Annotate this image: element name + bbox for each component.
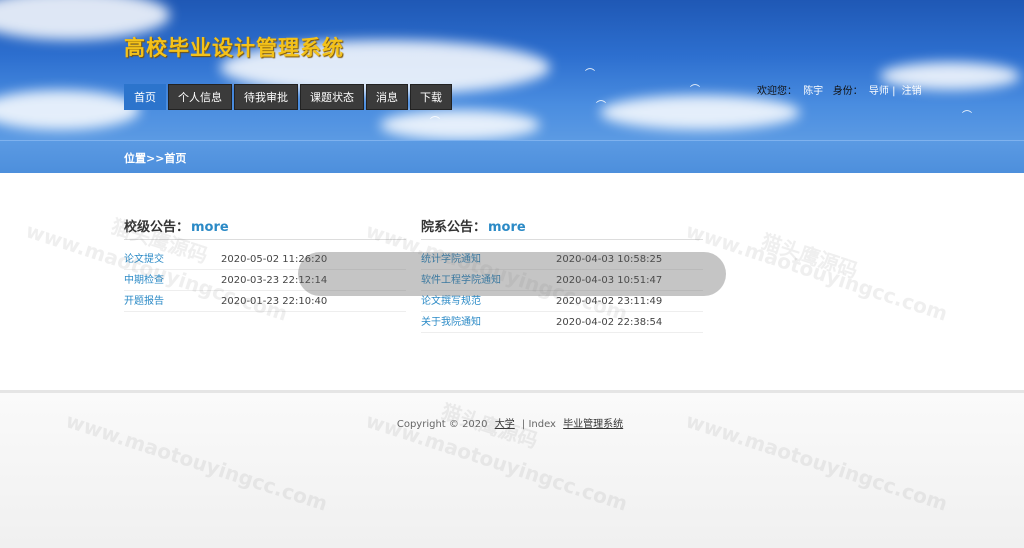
bird-icon: ⌒ (596, 101, 606, 112)
cloud (380, 110, 540, 140)
dept-notices-header: 院系公告： more (421, 216, 703, 240)
nav-pending-approval[interactable]: 待我审批 (234, 84, 298, 110)
copyright-text: Copyright © 2020 (396, 419, 488, 430)
separator: | (892, 86, 896, 97)
list-item: 关于我院通知 2020-04-02 22:38:54 (421, 312, 703, 333)
school-notices-title: 校级公告： (124, 220, 190, 235)
notice-title-link[interactable]: 论文提交 (124, 249, 164, 270)
school-notices-more-link[interactable]: more (191, 220, 229, 235)
user-info: 欢迎您： 陈宇 身份： 导师 | 注销 (757, 82, 922, 97)
notice-title-link[interactable]: 开题报告 (124, 291, 164, 312)
copyright-line: Copyright © 2020 大学 | Index 毕业管理系统 (0, 415, 1024, 430)
bird-icon: ⌒ (430, 117, 440, 128)
nav-home[interactable]: 首页 (124, 84, 166, 110)
watermark-overlay (298, 252, 726, 296)
breadcrumb: 位置>>首页 (124, 152, 187, 165)
watermark: 猫头鹰源码 (758, 229, 861, 283)
nav-messages[interactable]: 消息 (366, 84, 408, 110)
cloud (0, 90, 140, 130)
footer-separator: | Index (521, 419, 556, 430)
nav-topic-status[interactable]: 课题状态 (300, 84, 364, 110)
bird-icon: ⌒ (962, 111, 972, 122)
nav-personal-info[interactable]: 个人信息 (168, 84, 232, 110)
user-role-link[interactable]: 导师 (869, 86, 889, 97)
footer-link-system[interactable]: 毕业管理系统 (563, 419, 623, 430)
footer: Copyright © 2020 大学 | Index 毕业管理系统 (0, 390, 1024, 548)
school-notices-header: 校级公告： more (124, 216, 406, 240)
nav-download[interactable]: 下载 (410, 84, 452, 110)
notice-date: 2020-04-02 22:38:54 (556, 317, 663, 328)
user-name-link[interactable]: 陈宇 (803, 86, 823, 97)
notice-title-link[interactable]: 中期检查 (124, 270, 164, 291)
dept-notices-title: 院系公告： (421, 220, 487, 235)
cloud (600, 95, 800, 130)
footer-link-university[interactable]: 大学 (495, 419, 515, 430)
logout-link[interactable]: 注销 (902, 86, 922, 97)
bird-icon: ⌒ (585, 69, 595, 80)
role-label: 身份： (832, 86, 863, 97)
bird-icon: ⌒ (690, 85, 700, 96)
welcome-label: 欢迎您： (757, 86, 797, 97)
site-title: 高校毕业设计管理系统 (124, 36, 344, 60)
notice-title-link[interactable]: 关于我院通知 (421, 312, 481, 333)
dept-notices-more-link[interactable]: more (488, 220, 526, 235)
header-banner: ⌒ ⌒ ⌒ ⌒ ⌒ 高校毕业设计管理系统 首页 个人信息 待我审批 课题状态 消… (0, 0, 1024, 140)
breadcrumb-bar: 位置>>首页 (0, 140, 1024, 173)
main-nav: 首页 个人信息 待我审批 课题状态 消息 下载 (124, 84, 452, 110)
